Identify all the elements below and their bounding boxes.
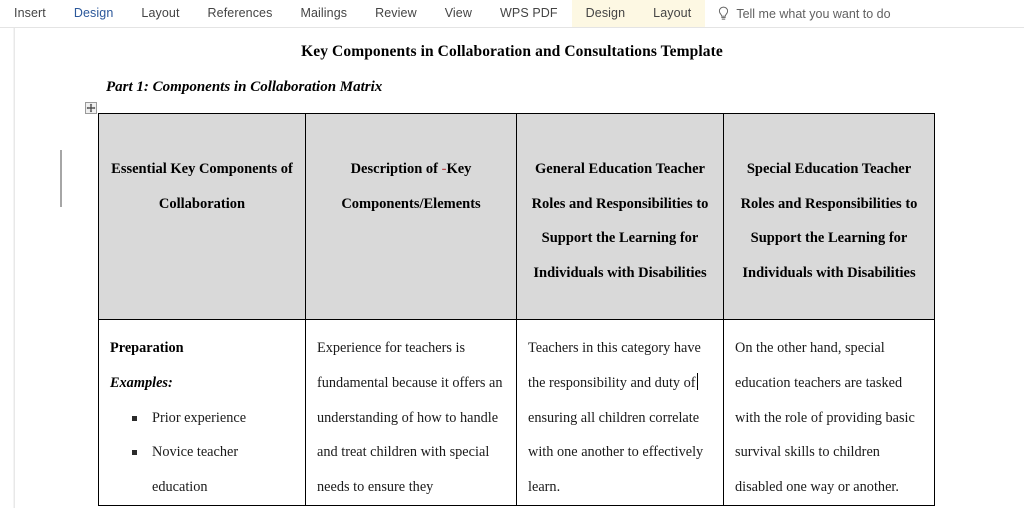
ribbon-tab-review-label: Review xyxy=(375,6,417,20)
header2-line2: Components/Elements xyxy=(341,195,481,212)
header2-pre: Description of xyxy=(350,161,442,177)
examples-bullet-list: Prior experience Novice teacher educatio… xyxy=(110,401,294,505)
ribbon-tab-view-label: View xyxy=(444,6,472,20)
ribbon-tab-design-label: Design xyxy=(73,6,114,20)
table-header-cell-2-text: Description of -Key Components/Elements xyxy=(306,114,516,221)
header2-post: Key xyxy=(446,161,472,177)
gen-ed-text-after-caret: ensuring all children correlate with one… xyxy=(528,409,704,496)
square-bullet-icon xyxy=(132,415,137,421)
header1-line1: Essential Key Components of xyxy=(111,161,293,177)
table-cell-description[interactable]: Experience for teachers is fundamental b… xyxy=(305,319,517,506)
table-header-cell-2[interactable]: Description of -Key Components/Elements xyxy=(305,113,517,320)
ribbon-tab-design[interactable]: Design xyxy=(60,0,128,27)
ribbon-tab-insert[interactable]: Insert xyxy=(0,0,60,27)
ribbon-tab-wps-pdf-label: WPS PDF xyxy=(500,6,558,20)
ribbon-tab-view[interactable]: View xyxy=(431,0,486,27)
table-header-cell-3[interactable]: General Education Teacher Roles and Resp… xyxy=(516,113,724,320)
ribbon-tab-table-design[interactable]: Design xyxy=(571,0,640,27)
ribbon-tab-table-layout-label: Layout xyxy=(653,6,692,20)
collaboration-matrix-table[interactable]: Essential Key Components of Collaboratio… xyxy=(98,113,935,506)
ribbon-tab-mailings[interactable]: Mailings xyxy=(286,0,361,27)
bullet-2-text: Novice teacher education xyxy=(152,444,239,496)
header2-line1: Description of -Key xyxy=(317,152,505,187)
table-header-cell-4[interactable]: Special Education Teacher Roles and Resp… xyxy=(723,113,935,320)
header3-line2: Roles and Responsibilities to xyxy=(531,195,709,212)
examples-label: Examples: xyxy=(110,374,173,391)
ribbon-tab-table-design-label: Design xyxy=(585,6,626,20)
table-cell-special-education-content: On the other hand, special education tea… xyxy=(724,320,934,505)
preparation-heading: Preparation xyxy=(110,340,184,356)
ribbon-tab-review[interactable]: Review xyxy=(361,0,431,27)
lightbulb-icon xyxy=(717,6,730,21)
ribbon-tab-references-label: References xyxy=(207,6,273,20)
changed-lines-bar xyxy=(60,150,62,207)
header4-line3: Support the Learning for xyxy=(750,230,908,246)
part-1-heading: Part 1: Components in Collaboration Matr… xyxy=(106,79,383,95)
tell-me-label: Tell me what you want to do xyxy=(736,6,891,21)
table-cell-general-education-content: Teachers in this category have the respo… xyxy=(517,320,723,505)
ribbon-tab-table-layout[interactable]: Layout xyxy=(639,0,706,27)
document-canvas[interactable]: Key Components in Collaboration and Cons… xyxy=(0,28,1024,508)
list-item: Prior experience xyxy=(132,401,294,436)
list-item: Novice teacher education xyxy=(132,435,294,505)
table-header-cell-4-text: Special Education Teacher Roles and Resp… xyxy=(724,114,934,290)
ribbon-tab-insert-label: Insert xyxy=(14,6,46,20)
gen-ed-text-before-caret: Teachers in this category have the respo… xyxy=(528,340,701,391)
table-cell-general-education[interactable]: Teachers in this category have the respo… xyxy=(516,319,724,506)
text-cursor xyxy=(696,372,698,390)
ribbon-tab-wps-pdf[interactable]: WPS PDF xyxy=(486,0,572,27)
table-cell-preparation[interactable]: Preparation Examples: Prior experience N… xyxy=(98,319,306,506)
header3-line3: Support the Learning for xyxy=(541,230,699,246)
square-bullet-icon xyxy=(132,450,137,456)
table-header-cell-3-text: General Education Teacher Roles and Resp… xyxy=(517,114,723,290)
ribbon-tab-bar: Insert Design Layout References Mailings… xyxy=(0,0,1024,27)
ribbon-tab-layout[interactable]: Layout xyxy=(127,0,193,27)
table-cell-preparation-content: Preparation Examples: Prior experience N… xyxy=(99,320,305,505)
general-education-text: Teachers in this category have the respo… xyxy=(528,331,712,505)
tell-me-search[interactable]: Tell me what you want to do xyxy=(705,0,900,27)
bullet-1-text: Prior experience xyxy=(152,409,247,426)
header4-line2: Roles and Responsibilities to xyxy=(740,195,918,212)
table-header-row: Essential Key Components of Collaboratio… xyxy=(98,113,935,320)
description-text: Experience for teachers is fundamental b… xyxy=(317,340,503,496)
header4-line1: Special Education Teacher xyxy=(746,161,912,177)
ribbon-tab-references[interactable]: References xyxy=(194,0,287,27)
header1-line2: Collaboration xyxy=(158,195,246,212)
document-title: Key Components in Collaboration and Cons… xyxy=(301,43,723,60)
header4-line4: Individuals with Disabilities xyxy=(742,264,916,281)
ribbon-tab-layout-label: Layout xyxy=(141,6,180,20)
table-cell-description-content: Experience for teachers is fundamental b… xyxy=(306,320,516,505)
table-row: Preparation Examples: Prior experience N… xyxy=(98,319,935,506)
header3-line4: Individuals with Disabilities xyxy=(533,264,707,281)
table-header-cell-1[interactable]: Essential Key Components of Collaboratio… xyxy=(98,113,306,320)
move-cross-icon[interactable] xyxy=(85,102,97,114)
table-header-cell-1-text: Essential Key Components of Collaboratio… xyxy=(99,114,305,221)
table-cell-special-education[interactable]: On the other hand, special education tea… xyxy=(723,319,935,506)
ribbon-tab-mailings-label: Mailings xyxy=(300,6,348,20)
page-edge-line xyxy=(14,28,15,508)
special-education-text: On the other hand, special education tea… xyxy=(735,340,915,496)
header3-line1: General Education Teacher xyxy=(535,161,705,177)
